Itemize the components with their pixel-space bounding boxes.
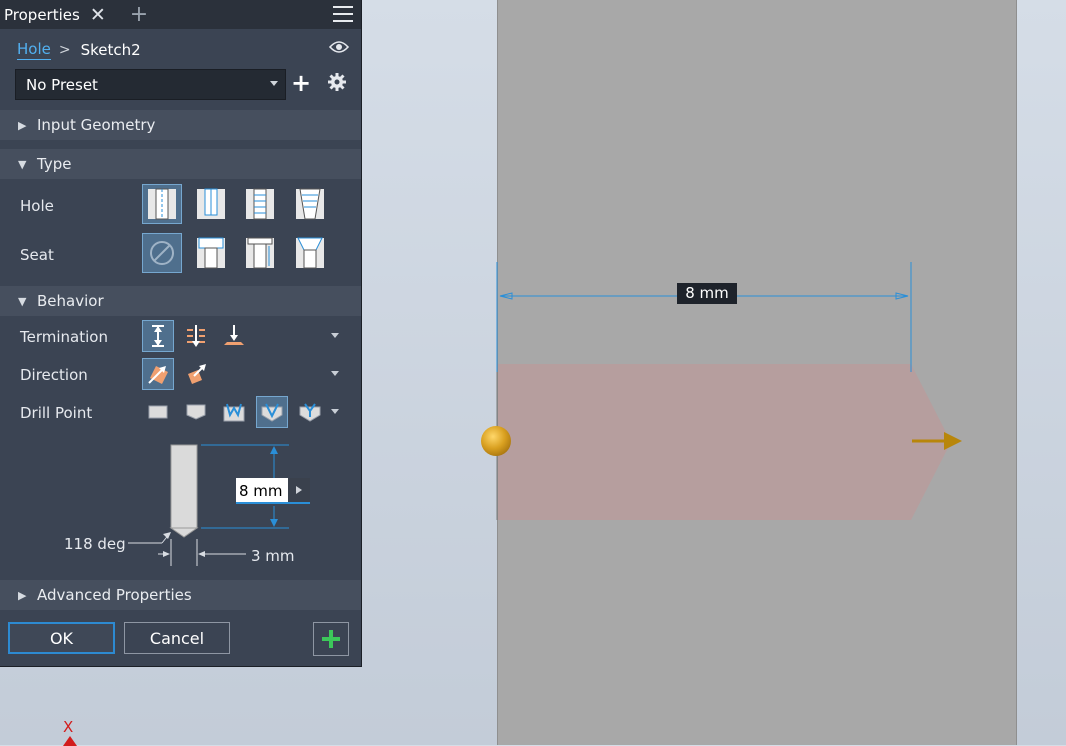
- chevron-down-icon: [270, 81, 278, 86]
- direction-flip-icon: [188, 364, 206, 384]
- termination-dropdown-arrow[interactable]: [331, 333, 339, 338]
- clearance-hole-button[interactable]: [191, 184, 231, 224]
- drill-point-y-button[interactable]: [294, 396, 326, 428]
- termination-through-all-button[interactable]: [180, 320, 212, 352]
- drill-point-w-button[interactable]: [218, 396, 250, 428]
- distance-icon: [152, 325, 164, 347]
- diameter-value[interactable]: 3 mm: [251, 547, 295, 565]
- hole-center-grip[interactable]: [481, 426, 511, 456]
- breadcrumb-hole-link[interactable]: Hole: [17, 40, 51, 60]
- hamburger-menu-icon[interactable]: [333, 6, 353, 27]
- breadcrumb: Hole > Sketch2: [17, 38, 351, 62]
- section-title: Input Geometry: [37, 116, 156, 134]
- none-circle-slash-icon: [150, 241, 174, 265]
- w-point-icon: [223, 403, 245, 422]
- add-preset-button[interactable]: +: [291, 70, 311, 96]
- counterbore-button[interactable]: [191, 233, 231, 273]
- to-face-icon: [224, 325, 244, 345]
- seat-none-button[interactable]: [142, 233, 182, 273]
- section-type[interactable]: ▼ Type: [0, 149, 361, 179]
- section-advanced-properties[interactable]: ▶ Advanced Properties: [0, 580, 361, 610]
- section-title: Behavior: [37, 292, 104, 310]
- tapped-hole-icon: [246, 188, 274, 220]
- triangle-right-icon: [296, 486, 302, 494]
- drill-angle-value[interactable]: 118 deg: [64, 535, 126, 553]
- cancel-button[interactable]: Cancel: [124, 622, 230, 654]
- through-all-icon: [187, 325, 205, 347]
- expand-triangle-icon: ▶: [18, 118, 27, 132]
- counterbore-icon: [197, 237, 225, 269]
- termination-to-button[interactable]: [218, 320, 250, 352]
- simple-hole-button[interactable]: [142, 184, 182, 224]
- plus-icon: [322, 630, 340, 648]
- direction-default-button[interactable]: [142, 358, 174, 390]
- properties-panel: Properties ✕ + Hole > Sketch2 No Preset …: [0, 0, 362, 667]
- add-tab-icon[interactable]: +: [130, 3, 148, 26]
- spotface-button[interactable]: [240, 233, 280, 273]
- taper-tapped-hole-button[interactable]: [290, 184, 330, 224]
- section-title: Type: [37, 155, 72, 173]
- taper-tapped-hole-icon: [296, 188, 324, 220]
- countersink-button[interactable]: [290, 233, 330, 273]
- section-behavior[interactable]: ▼ Behavior: [0, 286, 361, 316]
- drill-point-angle-button[interactable]: [256, 396, 288, 428]
- clearance-hole-icon: [197, 188, 225, 219]
- axis-x-label: X: [63, 718, 74, 736]
- apply-button[interactable]: [313, 622, 349, 656]
- drill-point-shallow-button[interactable]: [180, 396, 212, 428]
- spotface-icon: [246, 237, 274, 269]
- viewport-dimension-label[interactable]: 8 mm: [677, 283, 737, 304]
- hole-dimension-diagram: [128, 444, 289, 566]
- direction-label: Direction: [20, 366, 88, 384]
- breadcrumb-sketch[interactable]: Sketch2: [81, 41, 141, 59]
- properties-tab[interactable]: Properties ✕: [0, 0, 112, 29]
- depth-value: 8 mm: [239, 482, 283, 500]
- panel-title: Properties: [4, 5, 80, 24]
- depth-input[interactable]: 8 mm: [236, 478, 310, 504]
- section-input-geometry[interactable]: ▶ Input Geometry: [0, 110, 361, 140]
- ok-button[interactable]: OK: [8, 622, 115, 654]
- y-point-icon: [299, 403, 321, 422]
- drill-point-flat-button[interactable]: [142, 396, 174, 428]
- direction-dropdown-arrow[interactable]: [331, 371, 339, 376]
- close-icon[interactable]: ✕: [90, 4, 106, 26]
- preset-dropdown[interactable]: No Preset: [15, 69, 286, 100]
- seat-type-label: Seat: [20, 246, 54, 264]
- visibility-eye-icon[interactable]: [329, 40, 349, 54]
- termination-label: Termination: [20, 328, 108, 346]
- hole-type-label: Hole: [20, 197, 54, 215]
- flat-point-icon: [148, 405, 168, 419]
- countersink-icon: [296, 237, 324, 269]
- tapped-hole-button[interactable]: [240, 184, 280, 224]
- direction-flip-button[interactable]: [180, 358, 212, 390]
- expand-triangle-icon: ▶: [18, 588, 27, 602]
- simple-hole-icon: [148, 188, 176, 220]
- depth-flyout-button[interactable]: [288, 478, 310, 502]
- angle-point-icon: [261, 403, 283, 422]
- direction-default-icon: [148, 366, 168, 384]
- gear-icon[interactable]: [328, 73, 346, 91]
- shallow-point-icon: [186, 404, 206, 420]
- collapse-triangle-icon: ▼: [18, 294, 27, 308]
- section-title: Advanced Properties: [37, 586, 192, 604]
- drill-point-dropdown-arrow[interactable]: [331, 409, 339, 414]
- collapse-triangle-icon: ▼: [18, 157, 27, 171]
- chevron-right-icon: >: [58, 42, 71, 58]
- drill-point-label: Drill Point: [20, 404, 93, 422]
- panel-titlebar: Properties ✕ +: [0, 0, 361, 29]
- axis-x-indicator: X: [63, 718, 77, 746]
- preset-value: No Preset: [26, 76, 98, 94]
- termination-distance-button[interactable]: [142, 320, 174, 352]
